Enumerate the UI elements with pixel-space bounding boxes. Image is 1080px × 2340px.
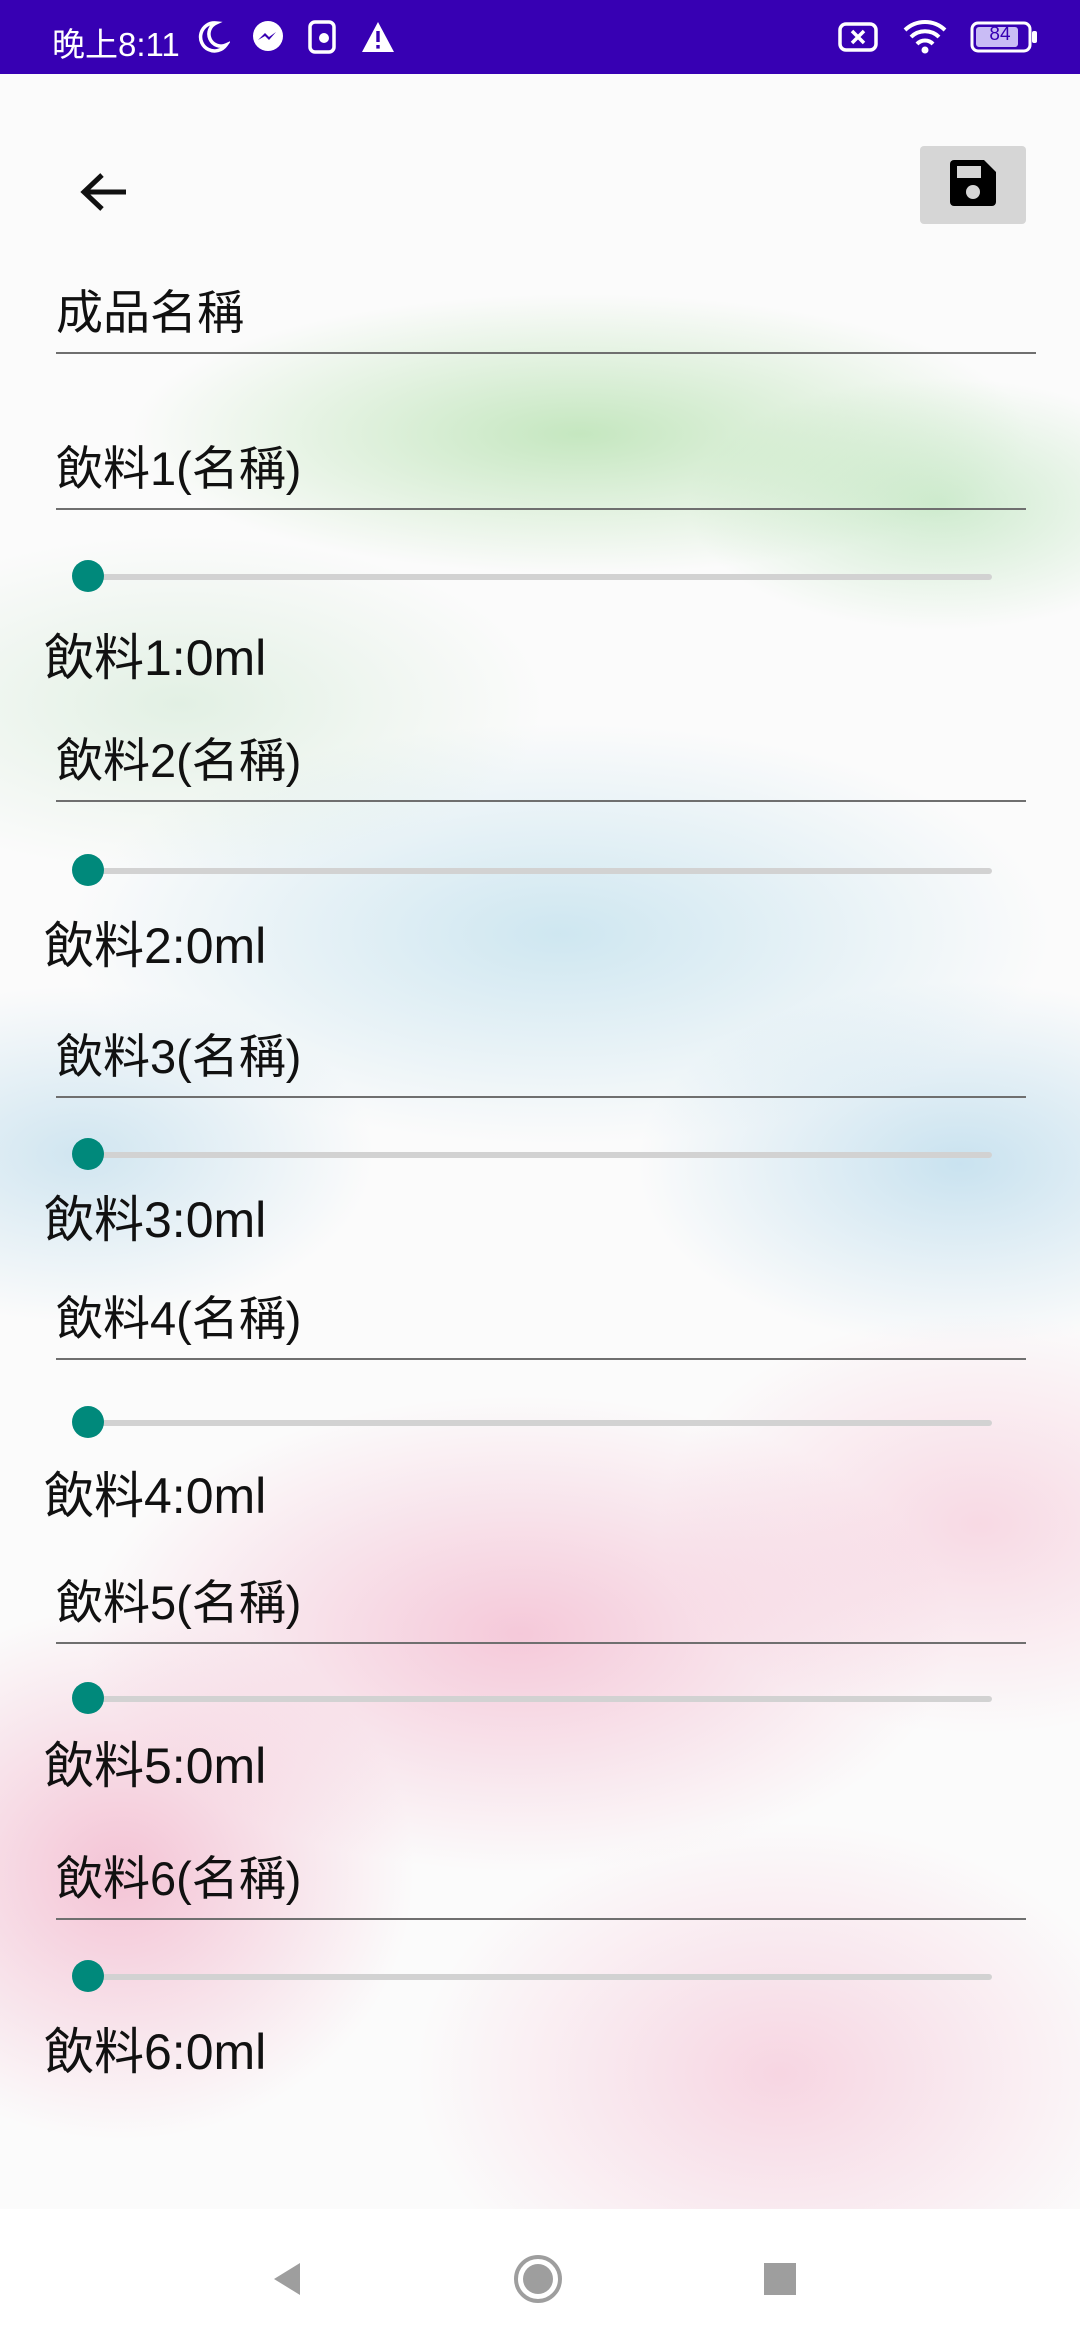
nav-recents-button[interactable] — [750, 2251, 810, 2311]
drink-5-name-placeholder: 飲料5(名稱) — [56, 1576, 302, 1629]
status-bar: 晚上8:11 84 — [0, 0, 1080, 74]
drink-6-name-input[interactable]: 飲料6(名稱) — [56, 1840, 1026, 1920]
drink-6-amount-slider[interactable] — [72, 1956, 992, 1996]
save-button[interactable] — [920, 146, 1026, 224]
notification-app-icon — [306, 19, 340, 55]
slider-thumb[interactable] — [72, 1138, 104, 1170]
slider-thumb[interactable] — [72, 1406, 104, 1438]
drink-6-name-placeholder: 飲料6(名稱) — [56, 1852, 302, 1905]
status-time: 晚上8:11 — [52, 26, 180, 63]
recipe-form-screen: 成品名稱 飲料1(名稱) 飲料1:0ml 飲料2(名稱) 飲料2:0ml 飲料3… — [0, 74, 1080, 2209]
no-sim-icon — [838, 21, 880, 53]
slider-track — [88, 1696, 992, 1702]
drink-2-amount-label: 飲料2:0ml — [44, 918, 267, 974]
triangle-back-icon — [268, 2259, 308, 2303]
slider-track — [88, 1420, 992, 1426]
drink-1-name-input[interactable]: 飲料1(名稱) — [56, 430, 1026, 510]
battery-level: 84 — [989, 24, 1011, 45]
messenger-icon — [250, 19, 286, 55]
drink-4-amount-slider[interactable] — [72, 1402, 992, 1442]
drink-4-amount-label: 飲料4:0ml — [44, 1468, 267, 1524]
slider-track — [88, 868, 992, 874]
square-recents-icon — [760, 2259, 800, 2303]
nav-back-button[interactable] — [258, 2251, 318, 2311]
drink-1-amount-label: 飲料1:0ml — [44, 630, 267, 686]
warning-icon — [360, 20, 396, 54]
moon-icon — [194, 19, 230, 55]
slider-track — [88, 1152, 992, 1158]
drink-1-name-placeholder: 飲料1(名稱) — [56, 442, 302, 495]
slider-thumb[interactable] — [72, 560, 104, 592]
nav-home-button[interactable] — [508, 2251, 568, 2311]
slider-thumb[interactable] — [72, 1960, 104, 1992]
drink-2-amount-slider[interactable] — [72, 850, 992, 890]
slider-track — [88, 1974, 992, 1980]
drink-3-amount-label: 飲料3:0ml — [44, 1192, 267, 1248]
drink-5-amount-label: 飲料5:0ml — [44, 1738, 267, 1794]
status-icons-right: 84 — [838, 16, 1040, 58]
wifi-icon — [902, 19, 948, 55]
drink-4-name-placeholder: 飲料4(名稱) — [56, 1292, 302, 1345]
product-name-input[interactable]: 成品名稱 — [56, 274, 1036, 354]
slider-track — [88, 574, 992, 580]
drink-5-name-input[interactable]: 飲料5(名稱) — [56, 1564, 1026, 1644]
drink-2-name-input[interactable]: 飲料2(名稱) — [56, 722, 1026, 802]
drink-1-amount-slider[interactable] — [72, 556, 992, 596]
product-name-placeholder: 成品名稱 — [56, 286, 244, 339]
drink-4-name-input[interactable]: 飲料4(名稱) — [56, 1280, 1026, 1360]
circle-home-icon — [512, 2253, 564, 2309]
slider-thumb[interactable] — [72, 1682, 104, 1714]
battery-icon: 84 — [970, 20, 1040, 54]
navigation-bar — [0, 2209, 1080, 2340]
back-button[interactable] — [60, 150, 148, 238]
floppy-disk-icon — [948, 158, 998, 212]
drink-2-name-placeholder: 飲料2(名稱) — [56, 734, 302, 787]
drink-5-amount-slider[interactable] — [72, 1678, 992, 1718]
status-icons-left — [194, 16, 396, 58]
drink-6-amount-label: 飲料6:0ml — [44, 2024, 267, 2080]
arrow-left-icon — [78, 170, 130, 218]
drink-3-name-input[interactable]: 飲料3(名稱) — [56, 1018, 1026, 1098]
drink-3-name-placeholder: 飲料3(名稱) — [56, 1030, 302, 1083]
slider-thumb[interactable] — [72, 854, 104, 886]
drink-3-amount-slider[interactable] — [72, 1134, 992, 1174]
